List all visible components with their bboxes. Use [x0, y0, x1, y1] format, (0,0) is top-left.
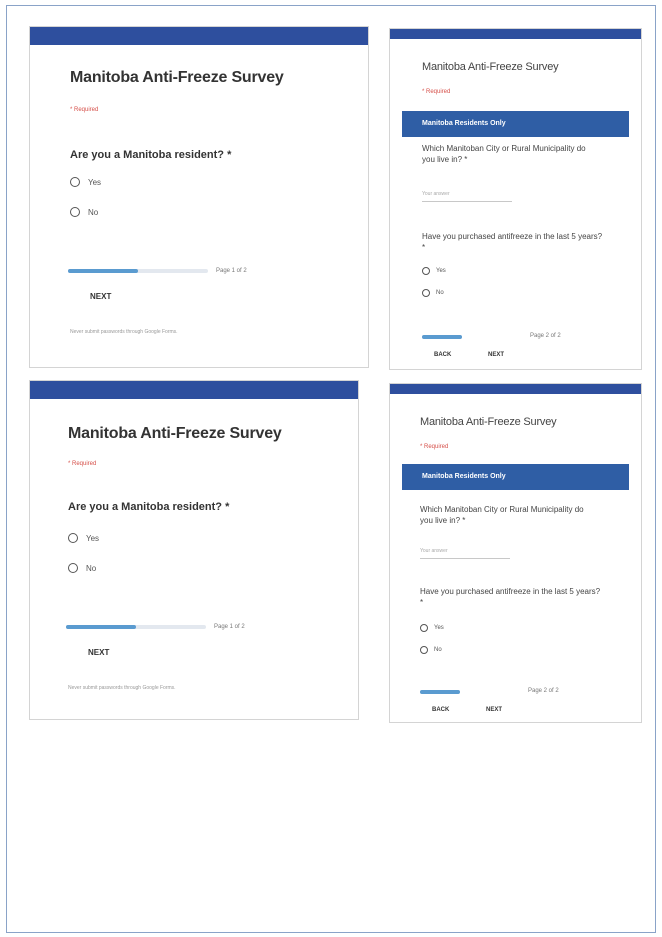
next-button[interactable]: NEXT: [482, 349, 511, 361]
back-button[interactable]: BACK: [426, 704, 456, 716]
page-count: Page 1 of 2: [216, 268, 247, 274]
progress-fill: [68, 269, 138, 273]
city-question: Which Manitoban City or Rural Municipali…: [420, 505, 584, 525]
card-header-bar: [390, 29, 641, 39]
option-label: No: [86, 563, 97, 573]
next-button[interactable]: NEXT: [84, 289, 118, 305]
section-header: Manitoba Residents Only: [402, 464, 629, 490]
progress-fill: [420, 690, 460, 694]
option-no[interactable]: No: [68, 563, 96, 573]
radio-button-icon[interactable]: [422, 289, 430, 297]
option-no[interactable]: No: [422, 289, 444, 297]
option-no[interactable]: No: [70, 207, 98, 217]
progress-fill: [422, 335, 462, 339]
radio-button-icon[interactable]: [68, 533, 78, 543]
option-label: Yes: [86, 533, 100, 543]
footer-note: Never submit passwords through Google Fo…: [70, 329, 178, 335]
option-label: Yes: [434, 625, 444, 631]
option-label: No: [434, 647, 442, 653]
form-title: Manitoba Anti-Freeze Survey: [420, 416, 557, 428]
survey-page2-card-top: Manitoba Anti-Freeze Survey * Required M…: [389, 28, 642, 370]
page-count: Page 2 of 2: [528, 688, 559, 694]
form-title: Manitoba Anti-Freeze Survey: [70, 69, 284, 86]
radio-button-icon[interactable]: [420, 646, 428, 654]
option-yes[interactable]: Yes: [422, 267, 446, 275]
required-note: * Required: [422, 89, 451, 95]
option-yes[interactable]: Yes: [68, 533, 99, 543]
option-label: Yes: [436, 268, 446, 274]
next-button[interactable]: NEXT: [82, 645, 116, 661]
resident-question: Are you a Manitoba resident? *: [70, 149, 232, 161]
option-label: No: [436, 290, 444, 296]
answer-placeholder: Your answer: [422, 191, 450, 197]
purchase-question: Have you purchased antifreeze in the las…: [422, 232, 603, 252]
progress-bar: [66, 625, 206, 629]
required-note: * Required: [68, 461, 97, 467]
radio-button-icon[interactable]: [70, 207, 80, 217]
form-title: Manitoba Anti-Freeze Survey: [422, 61, 559, 73]
answer-input[interactable]: [420, 558, 510, 559]
option-label: No: [88, 207, 99, 217]
radio-button-icon[interactable]: [422, 267, 430, 275]
progress-bar: [420, 690, 460, 694]
radio-button-icon[interactable]: [68, 563, 78, 573]
radio-button-icon[interactable]: [70, 177, 80, 187]
survey-page1-card-top: Manitoba Anti-Freeze Survey * Required A…: [29, 26, 369, 368]
answer-placeholder: Your answer: [420, 548, 448, 554]
footer-note: Never submit passwords through Google Fo…: [68, 685, 176, 691]
resident-question: Are you a Manitoba resident? *: [68, 501, 230, 513]
page-count: Page 1 of 2: [214, 624, 245, 630]
next-button[interactable]: NEXT: [480, 704, 509, 716]
progress-fill: [66, 625, 136, 629]
city-question: Which Manitoban City or Rural Municipali…: [422, 144, 586, 164]
radio-button-icon[interactable]: [420, 624, 428, 632]
progress-bar: [68, 269, 208, 273]
option-yes[interactable]: Yes: [420, 624, 444, 632]
form-title: Manitoba Anti-Freeze Survey: [68, 425, 282, 442]
option-yes[interactable]: Yes: [70, 177, 101, 187]
page-count: Page 2 of 2: [530, 333, 561, 339]
option-no[interactable]: No: [420, 646, 442, 654]
answer-input[interactable]: [422, 201, 512, 202]
survey-page2-card-bottom: Manitoba Anti-Freeze Survey * Required M…: [389, 383, 642, 723]
section-header: Manitoba Residents Only: [402, 111, 629, 137]
required-note: * Required: [70, 107, 99, 113]
option-label: Yes: [88, 177, 102, 187]
progress-bar: [422, 335, 462, 339]
back-button[interactable]: BACK: [428, 349, 458, 361]
card-header-bar: [390, 384, 641, 394]
required-note: * Required: [420, 444, 449, 450]
purchase-question: Have you purchased antifreeze in the las…: [420, 587, 601, 607]
survey-page1-card-bottom: Manitoba Anti-Freeze Survey * Required A…: [29, 380, 359, 720]
